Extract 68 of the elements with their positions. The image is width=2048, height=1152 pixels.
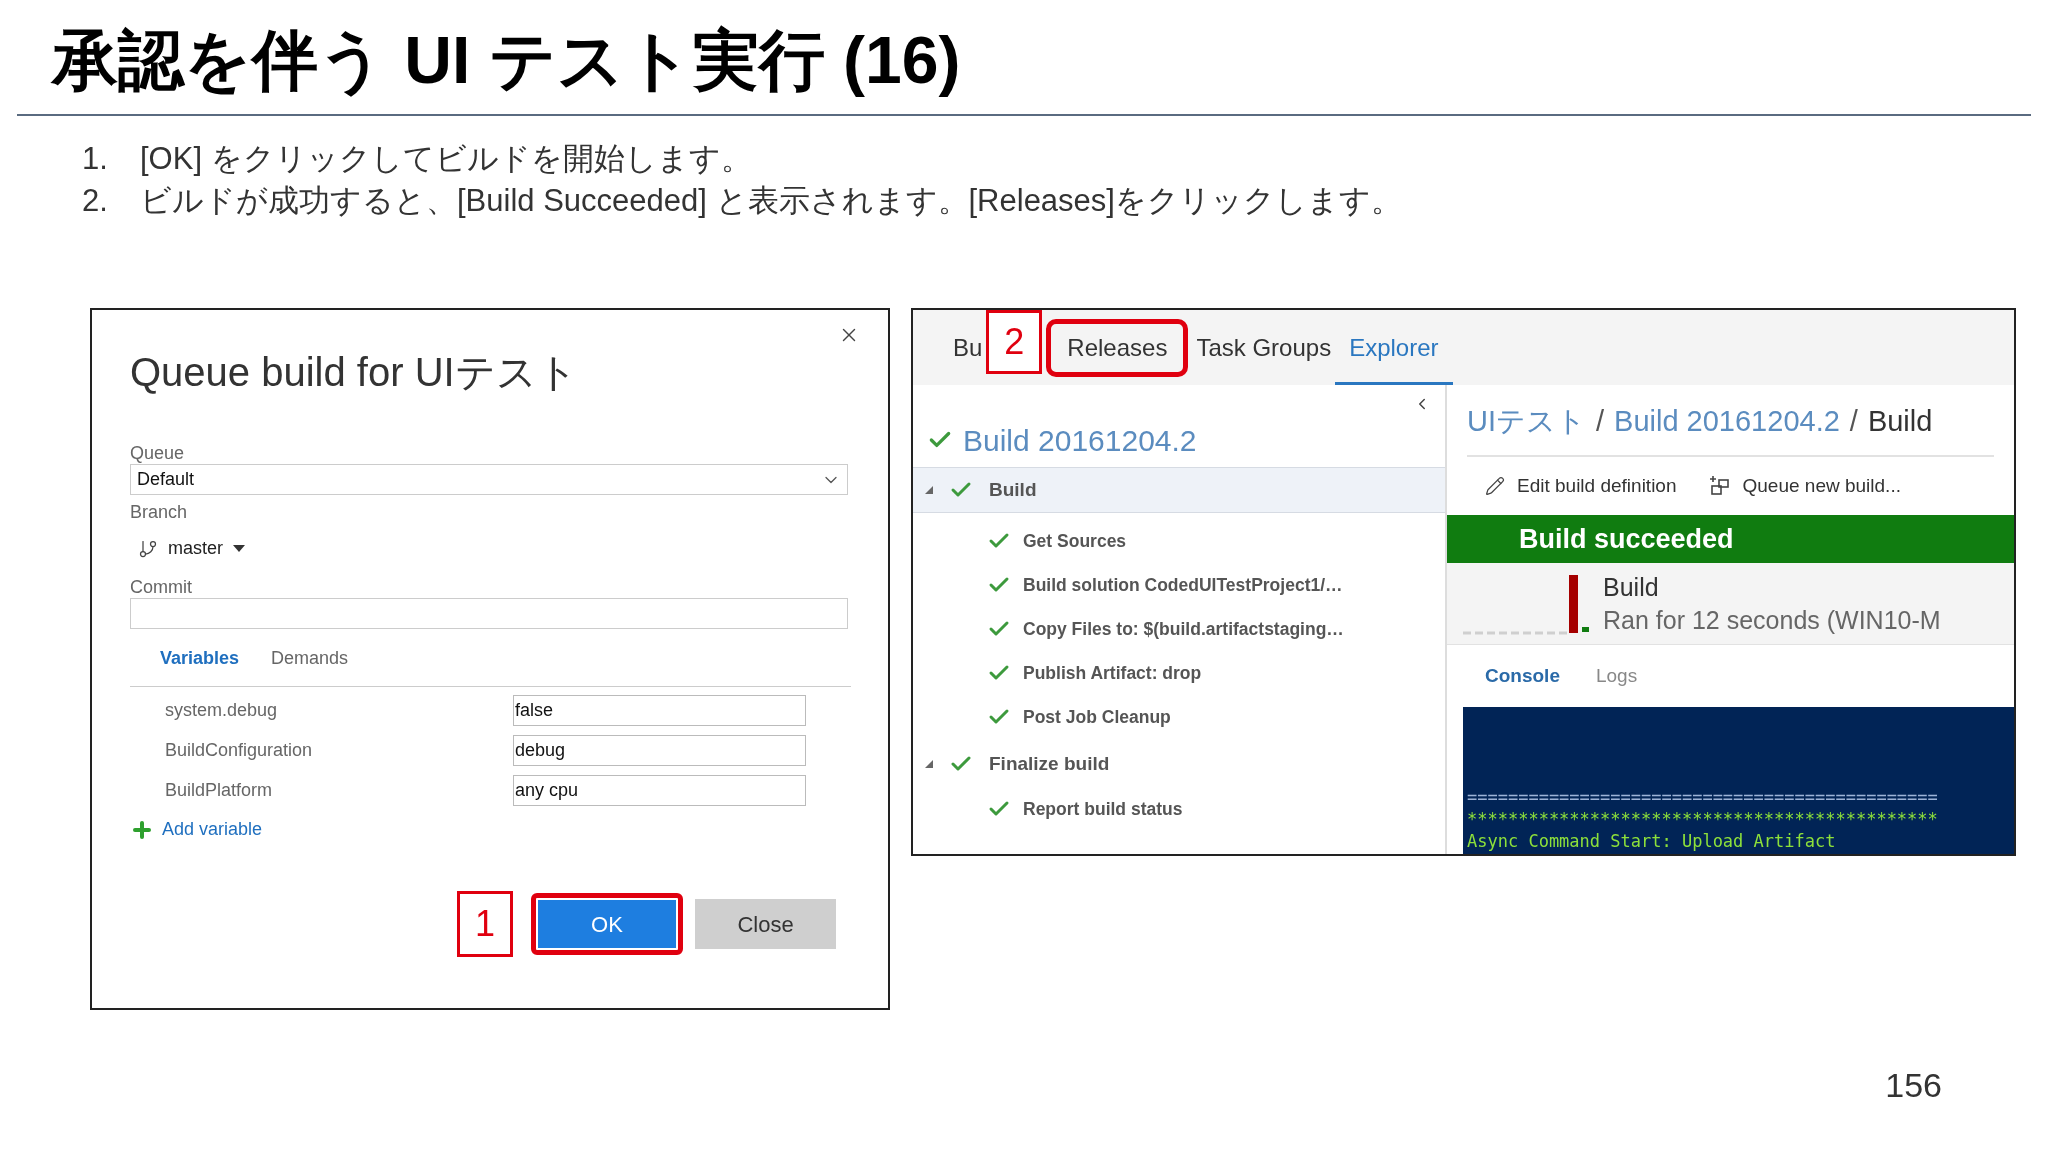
tree-label: Build solution CodedUITestProject1/…	[1023, 573, 1343, 597]
build-number: Build 20161204.2	[963, 422, 1197, 459]
variable-name: system.debug	[165, 699, 279, 722]
tree-row[interactable]: Build	[913, 467, 1445, 513]
variable-name: BuildConfiguration	[165, 739, 314, 762]
tree-label: Post Job Cleanup	[1023, 705, 1171, 729]
tree-label: Finalize build	[989, 751, 1110, 776]
nav-tab[interactable]: Task Groups	[1192, 310, 1336, 385]
console-line: **********************************************	[1467, 808, 1939, 830]
dialog-button[interactable]: OK	[538, 900, 676, 948]
step-callout: 2	[986, 310, 1043, 374]
slide-title: 承認を伴う UI テスト実行 (16)	[52, 22, 961, 99]
branch-icon	[138, 538, 158, 559]
commit-label: Commit	[130, 576, 192, 598]
step-number: 2.	[82, 182, 109, 220]
breadcrumb-link[interactable]: UIテスト	[1467, 400, 1586, 444]
tree-label: Copy Files to: $(build.artifactstaging…	[1023, 617, 1344, 641]
step-number: 1.	[82, 140, 109, 178]
nav-tab[interactable]: Explorer	[1335, 310, 1453, 385]
tree-label: Report build status	[1023, 797, 1183, 821]
success-banner: Build succeeded	[1447, 515, 2014, 563]
tree-row[interactable]: Copy Files to: $(build.artifactstaging…	[913, 607, 1445, 651]
tree-row[interactable]: Report build status	[913, 787, 1445, 831]
variable-value-field[interactable]: false	[513, 695, 806, 726]
pencil-icon	[1485, 476, 1505, 496]
dialog-tab[interactable]: Variables	[160, 645, 240, 672]
console-line: ==============================================	[1467, 786, 1939, 808]
variable-value-field[interactable]: any cpu	[513, 775, 806, 806]
branch-label: Branch	[130, 501, 188, 523]
expand-arrow-icon[interactable]	[925, 760, 933, 768]
breadcrumb-link[interactable]: Build 20161204.2	[1614, 400, 1840, 444]
step-callout: 1	[457, 891, 513, 957]
branch-selector[interactable]: master	[138, 535, 245, 562]
queue-label: Queue	[130, 442, 185, 464]
console-tab[interactable]: Logs	[1595, 661, 1638, 691]
nav-tab[interactable]: Releases	[1063, 329, 1172, 366]
nav-tab[interactable]: Bu	[949, 310, 987, 385]
tree-row[interactable]: Build solution CodedUITestProject1/…	[913, 563, 1445, 607]
tree-row[interactable]: Get Sources	[913, 519, 1445, 563]
step-text: [OK] をクリックしてビルドを開始します。	[140, 140, 752, 178]
breadcrumb-separator: /	[1596, 404, 1605, 440]
job-summary: Ran for 12 seconds (WIN10-M	[1603, 604, 1941, 636]
expand-arrow-icon[interactable]	[925, 486, 933, 494]
page-number: 156	[1885, 1065, 1942, 1106]
tree-label: Get Sources	[1023, 529, 1127, 553]
variable-value-field[interactable]: debug	[513, 735, 806, 766]
breadcrumb-separator: /	[1849, 404, 1858, 440]
step-text: ビルドが成功すると、[Build Succeeded] と表示されます。[Releases]をクリックします。	[140, 182, 1402, 220]
breadcrumb-current: Build	[1867, 404, 1933, 440]
tree-label: Build	[989, 477, 1037, 502]
caret-icon	[233, 545, 245, 552]
add-variable-link[interactable]: Add variable	[162, 816, 263, 843]
tree-row[interactable]: Post Job Cleanup	[913, 695, 1445, 739]
dialog-title: Queue build for UIテスト	[130, 352, 578, 392]
console-line: Async Command Start: Upload Artifact	[1467, 830, 1837, 852]
console-tab[interactable]: Console	[1485, 661, 1560, 691]
stacked-squares-icon	[1708, 475, 1731, 497]
queue-dropdown[interactable]: Default	[130, 464, 848, 495]
commit-field[interactable]	[130, 598, 848, 629]
tree-label: Publish Artifact: drop	[1023, 661, 1202, 685]
job-name: Build	[1603, 571, 1660, 603]
toolbar-action[interactable]: Queue new build...	[1708, 471, 1901, 501]
dialog-button[interactable]: Close	[695, 899, 836, 949]
dialog-tab[interactable]: Demands	[271, 645, 349, 672]
tree-row[interactable]: Publish Artifact: drop	[913, 651, 1445, 695]
variable-name: BuildPlatform	[165, 779, 274, 802]
tree-row[interactable]: Finalize build	[913, 741, 1445, 787]
toolbar-action[interactable]: Edit build definition	[1485, 471, 1677, 501]
